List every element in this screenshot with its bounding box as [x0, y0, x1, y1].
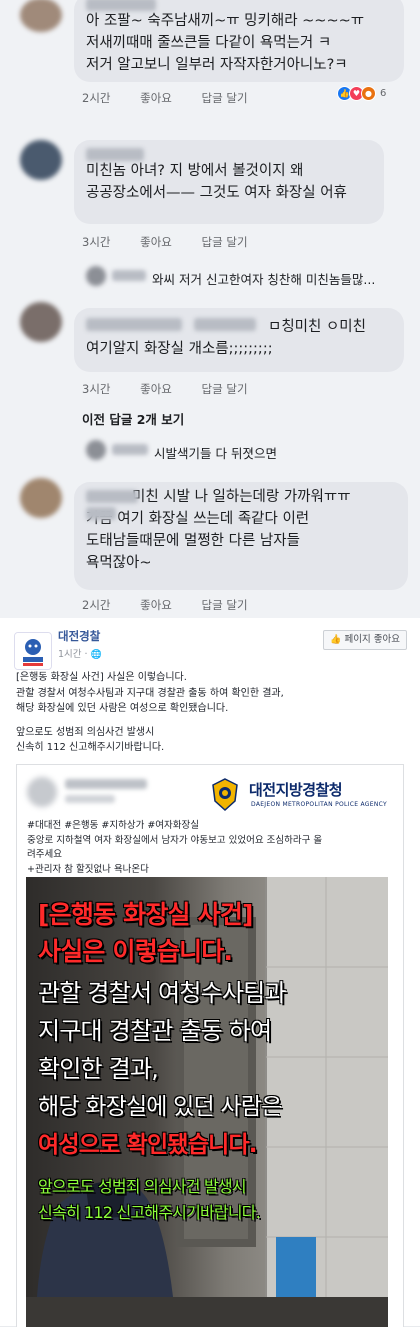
comment-thread: 아 조팔~ 숙주남새끼~ㅠ 밍키해라 ~~~~ㅠ 저새끼때매 줄쓰큰들 다같이 …: [0, 0, 420, 618]
avatar[interactable]: [20, 478, 62, 518]
avatar[interactable]: [20, 140, 62, 180]
post-time[interactable]: 1시간 · 🌐: [58, 646, 102, 660]
overlay-notice: 신속히 112 신고해주시기바랍니다.: [38, 1203, 261, 1222]
reply-link[interactable]: 답글 달기: [202, 598, 248, 612]
commenter-name-blurred: [194, 318, 256, 331]
comment-text: 미친놈 아녀? 지 방에서 볼것이지 왜: [86, 163, 304, 179]
commenter-name-blurred: [86, 507, 116, 520]
reply-link[interactable]: 답글 달기: [202, 235, 248, 249]
like-link[interactable]: 좋아요: [140, 598, 172, 612]
embedded-hashtags: #대대전 #은행동 #지하상가 #여자화장실: [27, 820, 199, 831]
police-agency-english: DAEJEON METROPOLITAN POLICE AGENCY: [251, 801, 387, 808]
reaction-count: 6: [380, 88, 387, 99]
reaction-summary[interactable]: 👍 ♥ ● 6: [337, 86, 387, 101]
comment-actions: 3시간 좋아요 답글 달기: [82, 381, 274, 397]
comment-bubble: 미친 시발 나 일하는데랑 가까워ㅠㅠ 가끔 여기 화장실 쓰는데 족같다 이런…: [74, 482, 408, 590]
comment-time: 2시간: [82, 91, 111, 105]
view-more-replies-text: 이전 답글 2개 보기: [82, 412, 185, 427]
post-text-line: [은행동 화장실 사건] 사실은 이렇습니다.: [16, 672, 187, 683]
commenter-name-blurred[interactable]: [86, 0, 156, 11]
comment-text: 가끔 여기 화장실 쓰는데 족같다 이런: [86, 511, 310, 527]
overlay-text-line: 관할 경찰서 여청수사팀과: [38, 979, 287, 1007]
overlay-text-line: 해당 화장실에 있던 사람은: [38, 1094, 282, 1120]
page-logo[interactable]: [14, 632, 52, 670]
commenter-name-blurred[interactable]: [86, 490, 138, 503]
comment-actions: 3시간 좋아요 답글 달기: [82, 234, 274, 250]
post-body: [은행동 화장실 사건] 사실은 이렇습니다. 관할 경찰서 여청수사팀과 지구…: [16, 670, 284, 756]
reply-preview-text: 와씨 저거 신고한여자 칭찬해 미친놈들많...: [152, 272, 376, 287]
embedded-text-line: 려주세요: [27, 849, 62, 860]
police-agency-name: 대전지방경찰청: [249, 781, 343, 799]
embedded-name-blurred: [65, 779, 147, 789]
comment-bubble: ㅁ칭미친 ㅇ미친 여기알지 화장실 개소름;;;;;;;;;: [74, 308, 404, 372]
comment-actions: 2시간 좋아요 답글 달기: [82, 90, 274, 106]
comment-text: 아 조팔~ 숙주남새끼~ㅠ 밍키해라 ~~~~ㅠ: [86, 13, 365, 29]
comment-text: 공공장소에서—— 그것도 여자 화장실 어휴: [86, 185, 347, 201]
comment-actions: 2시간 좋아요 답글 달기: [82, 597, 274, 613]
replier-name-blurred[interactable]: [112, 270, 146, 281]
reply-link[interactable]: 답글 달기: [202, 91, 248, 105]
post-text-line: 해당 화장실에 있던 사람은 여성으로 확인됐습니다.: [16, 703, 229, 714]
police-post: 대전경찰 1시간 · 🌐 👍 페이지 좋아요 [은행동 화장실 사건] 사실은 …: [0, 618, 420, 1327]
embedded-time-blurred: [65, 795, 115, 803]
reply-avatar[interactable]: [86, 440, 106, 460]
comment-text: 도태남들때문에 멀쩡한 다른 남자들: [86, 533, 300, 549]
overlay-subtitle: 사실은 이렇습니다.: [38, 937, 233, 966]
overlay-title: [은행동 화장실 사건]: [38, 900, 253, 929]
police-emblem-icon: [212, 778, 238, 812]
avatar[interactable]: [20, 302, 62, 342]
comment-text: 저새끼때매 줄쓰큰들 다같이 욕먹는거 ㅋ: [86, 35, 332, 51]
overlay-conclusion: 여성으로 확인됐습니다.: [38, 1132, 258, 1158]
embedded-text-line: +관리자 참 할짓없나 욕나온다: [27, 863, 149, 875]
post-time-text: 1시간 ·: [58, 649, 91, 660]
overlay-text-line: 지구대 경찰관 출동 하여: [38, 1017, 272, 1045]
reply-avatar[interactable]: [86, 266, 106, 286]
like-page-button[interactable]: 👍 페이지 좋아요: [323, 630, 407, 650]
replier-name-blurred[interactable]: [112, 444, 148, 455]
comment-text: 욕먹잖아~: [86, 555, 152, 571]
like-link[interactable]: 좋아요: [140, 235, 172, 249]
restroom-photo: [은행동 화장실 사건] 사실은 이렇습니다. 관할 경찰서 여청수사팀과 지구…: [26, 877, 388, 1327]
comment-time: 2시간: [82, 598, 111, 612]
reply-preview[interactable]: 와씨 저거 신고한여자 칭찬해 미친놈들많...: [152, 269, 375, 288]
angry-reaction-icon: ●: [361, 86, 376, 101]
post-text-line: 앞으로도 성범죄 의심사건 발생시: [16, 726, 155, 738]
page-name[interactable]: 대전경찰: [58, 628, 100, 644]
overlay-text-line: 확인한 결과,: [38, 1055, 159, 1083]
post-text-line: 관할 경찰서 여청수사팀과 지구대 경찰관 출동 하여 확인한 결과,: [16, 687, 284, 699]
globe-icon: 🌐: [90, 650, 102, 660]
like-link[interactable]: 좋아요: [140, 382, 172, 396]
post-image[interactable]: 대전지방경찰청 DAEJEON METROPOLITAN POLICE AGEN…: [16, 764, 404, 1327]
thumbs-up-icon: 👍: [330, 635, 342, 645]
comment-bubble: 미친놈 아녀? 지 방에서 볼것이지 왜 공공장소에서—— 그것도 여자 화장실…: [74, 140, 384, 224]
comment-time: 3시간: [82, 382, 111, 396]
post-text-line: 신속히 112 신고해주시기바랍니다.: [16, 742, 165, 753]
reply-preview-text: 시발색기들 다 뒤졋으면: [154, 446, 277, 461]
reply-link[interactable]: 답글 달기: [202, 382, 248, 396]
embedded-text-line: 중앙로 지하철역 여자 화장실에서 남자가 야동보고 있었어요 조심하라구 올: [27, 834, 323, 846]
like-link[interactable]: 좋아요: [140, 91, 172, 105]
commenter-name-blurred[interactable]: [86, 318, 182, 331]
police-mascot-icon: [15, 633, 51, 669]
comment-time: 3시간: [82, 235, 111, 249]
view-more-replies-link[interactable]: 이전 답글 2개 보기: [82, 409, 184, 428]
comment-bubble: 아 조팔~ 숙주남새끼~ㅠ 밍키해라 ~~~~ㅠ 저새끼때매 줄쓰큰들 다같이 …: [74, 0, 404, 82]
reply-preview[interactable]: 시발색기들 다 뒤졋으면: [154, 443, 277, 462]
commenter-name-blurred[interactable]: [86, 148, 144, 161]
like-page-label: 페이지 좋아요: [344, 634, 400, 645]
embedded-post-text: #대대전 #은행동 #지하상가 #여자화장실 중앙로 지하철역 여자 화장실에서…: [27, 819, 322, 877]
overlay-notice: 앞으로도 성범죄 의심사건 발생시: [38, 1177, 247, 1196]
embedded-avatar-blurred: [27, 777, 57, 807]
comment-text: 여기알지 화장실 개소름;;;;;;;;;: [86, 341, 273, 357]
comment-text: 저거 알고보니 일부러 자작자한거아니노?ㅋ: [86, 57, 348, 73]
avatar[interactable]: [20, 0, 62, 32]
